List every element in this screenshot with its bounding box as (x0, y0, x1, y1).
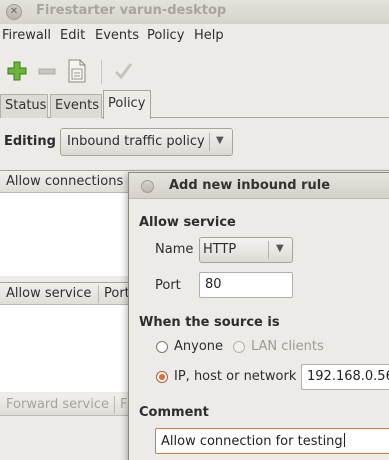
window-titlebar: ✕ Firestarter varun-desktop (0, 0, 389, 24)
text-cursor (343, 433, 345, 447)
ip-host-network-radio[interactable] (156, 371, 168, 383)
service-name-value: HTTP (203, 242, 237, 257)
add-inbound-rule-dialog: Add new inbound rule Allow service Name … (128, 172, 389, 460)
notebook-tabs: Status Events Policy (0, 90, 389, 119)
anyone-radio[interactable] (156, 341, 168, 353)
menu-events[interactable]: Events (95, 28, 139, 43)
port-field[interactable]: 80 (199, 272, 293, 298)
chevron-down-icon: ▼ (276, 243, 284, 254)
source-heading: When the source is (139, 315, 280, 330)
add-rule-button[interactable] (4, 58, 30, 84)
lan-clients-radio[interactable] (233, 341, 245, 353)
column-separator (114, 396, 115, 414)
edit-rule-button[interactable] (64, 58, 90, 84)
dialog-close-icon[interactable] (141, 180, 154, 193)
add-icon (7, 61, 27, 81)
ip-address-field[interactable]: 192.168.0.56 (301, 364, 389, 390)
menu-edit[interactable]: Edit (60, 28, 85, 43)
column-allow-service[interactable]: Allow service (6, 286, 91, 301)
menu-firewall[interactable]: Firewall (2, 28, 51, 43)
column-port[interactable]: Port (104, 286, 130, 301)
apply-icon (114, 63, 133, 80)
chevron-down-icon: ▼ (216, 135, 224, 146)
combo-separator (209, 133, 210, 151)
menu-policy[interactable]: Policy (147, 28, 184, 43)
toolbar-separator (101, 60, 102, 84)
remove-rule-button[interactable] (34, 58, 60, 84)
comment-text: Allow connection for testing (161, 434, 343, 449)
policy-selector[interactable]: Inbound traffic policy ▼ (60, 128, 233, 156)
service-name-combo[interactable]: HTTP ▼ (199, 237, 293, 263)
column-allow-connections[interactable]: Allow connections (6, 174, 123, 189)
tab-policy[interactable]: Policy (103, 90, 151, 119)
apply-policy-button[interactable] (110, 58, 136, 84)
column-forward-service[interactable]: Forward service (6, 397, 109, 412)
combo-separator (268, 241, 269, 259)
window-close-icon[interactable]: ✕ (6, 4, 22, 20)
dialog-title: Add new inbound rule (169, 178, 331, 193)
tab-events[interactable]: Events (50, 94, 102, 118)
editing-label: Editing (4, 134, 56, 149)
anyone-label[interactable]: Anyone (174, 339, 223, 354)
comment-heading: Comment (139, 405, 209, 420)
comment-field[interactable]: Allow connection for testing (155, 428, 389, 454)
name-label: Name (155, 242, 194, 257)
column-separator (98, 285, 99, 303)
dialog-titlebar: Add new inbound rule (129, 173, 389, 199)
menu-help[interactable]: Help (194, 28, 224, 43)
window-title: Firestarter varun-desktop (36, 3, 227, 18)
policy-selector-value: Inbound traffic policy (67, 134, 205, 149)
toolbar (0, 52, 389, 92)
properties-icon (68, 59, 86, 83)
allow-service-heading: Allow service (139, 215, 236, 230)
menubar: Firewall Edit Events Policy Help (0, 24, 389, 48)
ip-host-network-label[interactable]: IP, host or network (174, 369, 296, 384)
port-label: Port (155, 278, 181, 293)
lan-clients-label[interactable]: LAN clients (251, 339, 324, 354)
column-forward-port[interactable]: F (120, 397, 127, 412)
remove-icon (38, 68, 56, 75)
tab-status[interactable]: Status (0, 94, 48, 118)
